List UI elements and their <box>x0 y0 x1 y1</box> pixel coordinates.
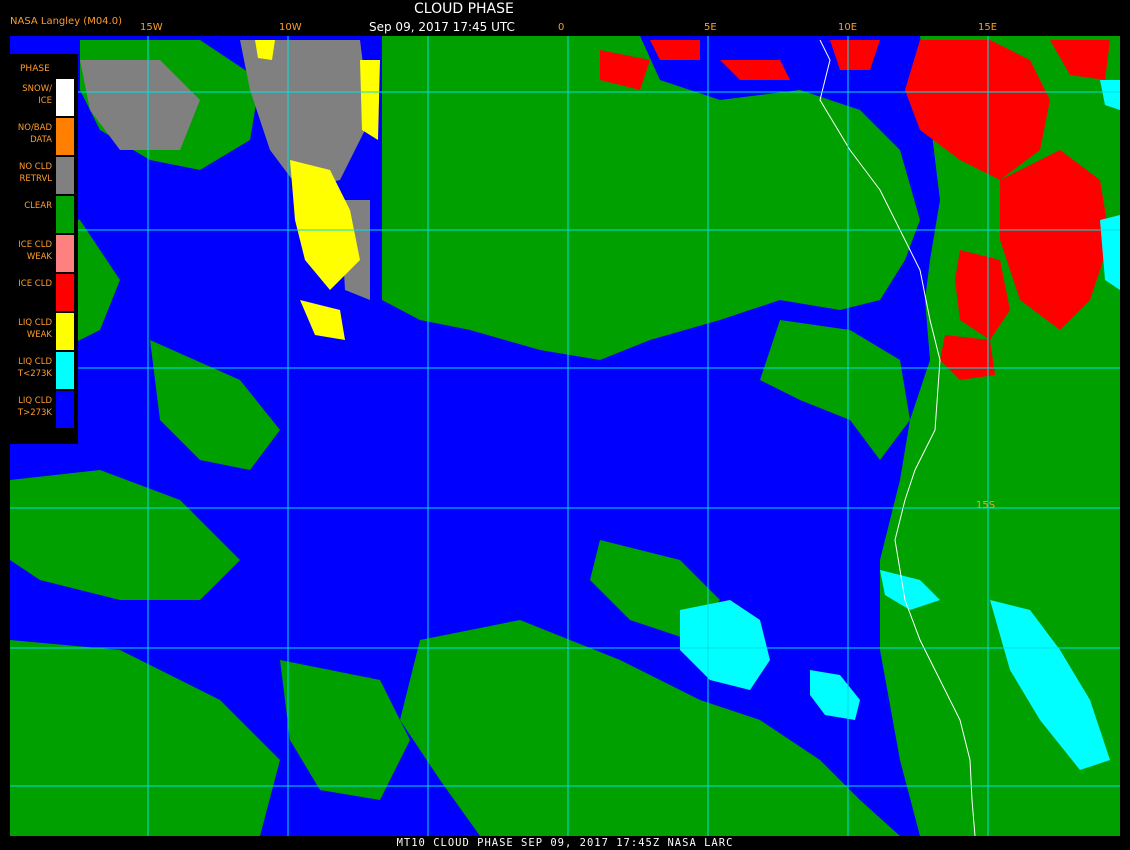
legend-item: SNOW/ ICE <box>8 78 78 117</box>
legend-item: CLEAR <box>8 195 78 234</box>
legend-swatch <box>56 157 74 194</box>
legend-swatch <box>56 391 74 428</box>
legend-item: ICE CLD WEAK <box>8 234 78 273</box>
footer-caption: MT10 CLOUD PHASE SEP 09, 2017 17:45Z NAS… <box>396 837 734 849</box>
legend-item-label: ICE CLD WEAK <box>18 240 52 262</box>
longitude-label-10w: 10W <box>279 22 302 33</box>
legend-item-label: ICE CLD <box>18 279 52 289</box>
credit-label: NASA Langley (M04.0) <box>10 16 122 27</box>
phase-legend: PHASE SNOW/ ICE NO/BAD DATA NO CLD RETRVL C… <box>8 54 78 444</box>
legend-swatch <box>56 196 74 233</box>
legend-item-label: LIQ CLD WEAK <box>18 318 52 340</box>
legend-item: NO/BAD DATA <box>8 117 78 156</box>
legend-title: PHASE <box>20 64 50 74</box>
legend-swatch <box>56 313 74 350</box>
longitude-label-5e: 5E <box>704 22 717 33</box>
latitude-label-15s: 15S <box>976 500 996 511</box>
legend-item-label: SNOW/ ICE <box>22 84 52 106</box>
longitude-label-15w: 15W <box>140 22 163 33</box>
legend-swatch <box>56 118 74 155</box>
legend-item-label: NO CLD RETRVL <box>19 162 52 184</box>
legend-item-label: CLEAR <box>24 201 52 211</box>
legend-item-label: NO/BAD DATA <box>17 123 52 145</box>
legend-swatch <box>56 352 74 389</box>
observation-datetime: Sep 09, 2017 17:45 UTC <box>369 20 515 34</box>
legend-item: ICE CLD <box>8 273 78 312</box>
legend-item-label: LIQ CLD T<273K <box>17 357 52 379</box>
cloud-phase-map <box>0 0 1130 850</box>
legend-item: LIQ CLD WEAK <box>8 312 78 351</box>
legend-item: NO CLD RETRVL <box>8 156 78 195</box>
product-title: CLOUD PHASE <box>414 1 514 17</box>
legend-swatch <box>56 274 74 311</box>
legend-swatch <box>56 79 74 116</box>
longitude-label-15e: 15E <box>978 22 998 33</box>
legend-item-label: LIQ CLD T>273K <box>17 396 52 418</box>
legend-item: LIQ CLD T<273K <box>8 351 78 390</box>
legend-item: LIQ CLD T>273K <box>8 390 78 429</box>
longitude-label-10e: 10E <box>838 22 858 33</box>
longitude-label-0: 0 <box>558 22 565 33</box>
legend-swatch <box>56 235 74 272</box>
